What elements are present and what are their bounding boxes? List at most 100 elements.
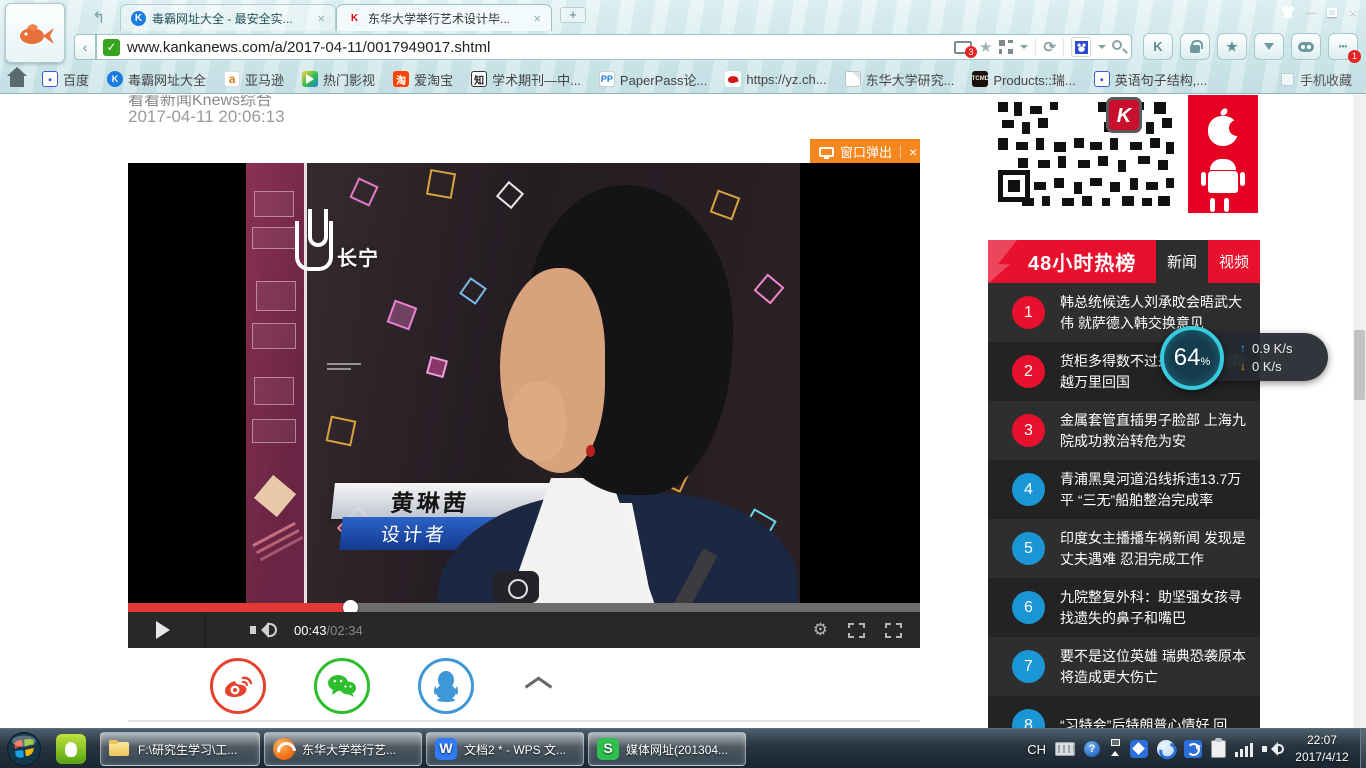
rank-badge: 6 xyxy=(1012,591,1045,624)
tab-close-icon[interactable]: × xyxy=(317,11,325,26)
collapse-chevron-icon[interactable] xyxy=(524,677,550,691)
network-signal-icon[interactable] xyxy=(1235,742,1253,757)
scrollbar-thumb[interactable] xyxy=(1354,330,1365,400)
skin-button[interactable] xyxy=(1281,5,1295,19)
bookmark-movies[interactable]: 热门影视 xyxy=(302,70,375,89)
taskbar-window-wps-writer[interactable]: W 文档2 * - WPS 文... xyxy=(426,732,584,766)
play-button[interactable] xyxy=(156,621,179,639)
menu-button[interactable]: •••1 xyxy=(1328,33,1358,60)
browser-logo[interactable] xyxy=(5,3,65,63)
taskbar-clock[interactable]: 22:07 2017/4/12 xyxy=(1286,732,1358,766)
maximize-button[interactable] xyxy=(1327,8,1337,17)
video-frame[interactable]: 长宁 黄琳茜 设计者 xyxy=(128,163,920,603)
taskbar-window-explorer[interactable]: F:\研究生学习\工... xyxy=(100,732,260,766)
hot-item-8[interactable]: 8“习特会”后特朗普心情好 回 xyxy=(988,696,1260,728)
apple-icon[interactable] xyxy=(1208,116,1238,146)
cube-tray-icon[interactable] xyxy=(1130,740,1148,758)
help-icon[interactable]: ? xyxy=(1084,741,1100,757)
back-button[interactable]: ‹ xyxy=(74,34,96,60)
divider xyxy=(205,612,206,648)
video-player[interactable]: 长宁 黄琳茜 设计者 xyxy=(128,163,920,648)
favorites-button[interactable]: ★ xyxy=(1217,33,1247,60)
games-button[interactable] xyxy=(1291,33,1321,60)
phone-favorites[interactable]: 手机收藏 xyxy=(1281,70,1352,89)
taskbar-window-wps-sheet[interactable]: S 媒体网址(201304... xyxy=(588,732,746,766)
volume-tray-icon[interactable] xyxy=(1262,741,1280,757)
gamepad-icon xyxy=(1298,42,1314,52)
hot-item-4[interactable]: 4青浦黑臭河道沿线拆违13.7万平 “三无”船舶整治完成率 xyxy=(988,460,1260,519)
chevron-down-icon[interactable] xyxy=(1020,45,1028,53)
bookmark-dhu[interactable]: 东华大学研究... xyxy=(845,70,955,89)
qq-share-icon[interactable] xyxy=(418,658,474,714)
bookmark-taobao[interactable]: 淘爱淘宝 xyxy=(393,70,453,89)
clipboard-tray-icon[interactable] xyxy=(1211,740,1226,758)
hidden-icons-caret[interactable] xyxy=(1109,741,1121,757)
tab-duba[interactable]: K 毒霸网址大全 - 最安全实... × xyxy=(120,4,336,31)
downloads-button[interactable] xyxy=(1254,33,1284,60)
tab-news[interactable]: 新闻 xyxy=(1156,240,1208,283)
screenshot-icon[interactable]: 3 xyxy=(954,41,972,54)
language-indicator[interactable]: CH xyxy=(1027,742,1046,757)
app-download-panel[interactable] xyxy=(1188,95,1258,213)
lock-icon xyxy=(1190,45,1200,53)
coreldraw-icon[interactable] xyxy=(56,734,86,764)
popup-close-icon[interactable]: × xyxy=(909,144,917,160)
new-tab-button[interactable]: + xyxy=(560,7,586,23)
duba-k-icon: K xyxy=(107,71,123,87)
swirl-tray-icon[interactable] xyxy=(1157,740,1175,758)
bookmark-paperpass[interactable]: PPPaperPass论... xyxy=(599,70,707,89)
home-icon[interactable] xyxy=(10,75,24,87)
minimize-button[interactable]: — xyxy=(1304,5,1318,19)
refresh-icon[interactable]: ⟳ xyxy=(1043,38,1056,56)
chevron-down-icon[interactable] xyxy=(1098,45,1106,53)
settings-gear-icon[interactable]: ⚙ xyxy=(813,620,828,640)
baidu-paw-icon[interactable] xyxy=(1071,37,1091,57)
tab-close-icon[interactable]: × xyxy=(533,11,541,26)
tab-video[interactable]: 视频 xyxy=(1208,240,1260,283)
qr-code xyxy=(994,98,1180,210)
bookmark-yz[interactable]: https://yz.ch... xyxy=(725,71,826,87)
hot-item-5[interactable]: 5印度女主播播车祸新闻 发现是丈夫遇难 忍泪完成工作 xyxy=(988,519,1260,578)
privacy-lock-button[interactable] xyxy=(1180,33,1210,60)
share-bar xyxy=(128,651,920,722)
hot-item-7[interactable]: 7要不是这位英雄 瑞典恐袭原本将造成更大伤亡 xyxy=(988,637,1260,696)
start-button[interactable] xyxy=(6,731,42,767)
url-text[interactable]: www.kankanews.com/a/2017-04-11/001794901… xyxy=(127,39,490,56)
wechat-share-icon[interactable] xyxy=(314,658,370,714)
taskbar-window-browser[interactable]: 东华大学举行艺... xyxy=(264,732,422,766)
bookmark-journal[interactable]: 知学术期刊—中... xyxy=(471,70,581,89)
weibo-share-icon[interactable] xyxy=(210,658,266,714)
divider xyxy=(1063,38,1064,56)
bookmark-duba[interactable]: K毒霸网址大全 xyxy=(107,70,206,89)
video-progress-bar[interactable] xyxy=(128,603,920,612)
popup-window-button[interactable]: 窗口弹出 × xyxy=(810,139,920,164)
memory-percent-ball[interactable]: 64 % xyxy=(1160,326,1224,390)
volume-icon[interactable] xyxy=(250,622,270,638)
phone-icon xyxy=(1281,73,1294,86)
bookmark-products[interactable]: TCMDProducts::瑞... xyxy=(972,70,1075,89)
close-button[interactable]: ✕ xyxy=(1346,5,1360,19)
paperpass-icon: PP xyxy=(599,71,615,87)
hot-item-6[interactable]: 6九院整复外科：助坚强女孩寻找遗失的鼻子和嘴巴 xyxy=(988,578,1260,637)
page-scrollbar[interactable] xyxy=(1353,95,1366,728)
clock-time: 22:07 xyxy=(1286,732,1358,749)
bookmark-amazon[interactable]: a亚马逊 xyxy=(224,70,284,89)
tab-kankanews[interactable]: K 东华大学举行艺术设计毕... × xyxy=(336,4,552,31)
qr-scan-icon[interactable] xyxy=(999,40,1013,54)
arrow-tray-icon[interactable] xyxy=(1184,740,1202,758)
bookmark-english[interactable]: 🞄英语句子结构,... xyxy=(1094,70,1207,89)
address-bar-icons: 3 ★ ⟳ xyxy=(954,34,1106,60)
hot-item-3[interactable]: 3金属套管直插男子脸部 上海九院成功救治转危为安 xyxy=(988,401,1260,460)
undo-arrow-icon[interactable]: ↰ xyxy=(92,8,112,24)
kingsoft-button[interactable]: K xyxy=(1143,33,1173,60)
favorite-star-icon[interactable]: ★ xyxy=(979,38,992,56)
browser-chrome: ↰ K 毒霸网址大全 - 最安全实... × K 东华大学举行艺术设计毕... … xyxy=(0,0,1366,94)
fullscreen-icon[interactable] xyxy=(885,623,902,638)
show-desktop-button[interactable] xyxy=(1360,729,1366,768)
rank-badge: 5 xyxy=(1012,532,1045,565)
android-icon[interactable] xyxy=(1208,171,1238,193)
theater-mode-icon[interactable] xyxy=(848,623,865,638)
search-icon[interactable] xyxy=(1112,40,1122,50)
bookmark-baidu[interactable]: 🞄百度 xyxy=(42,70,89,89)
keyboard-icon[interactable] xyxy=(1055,742,1075,756)
